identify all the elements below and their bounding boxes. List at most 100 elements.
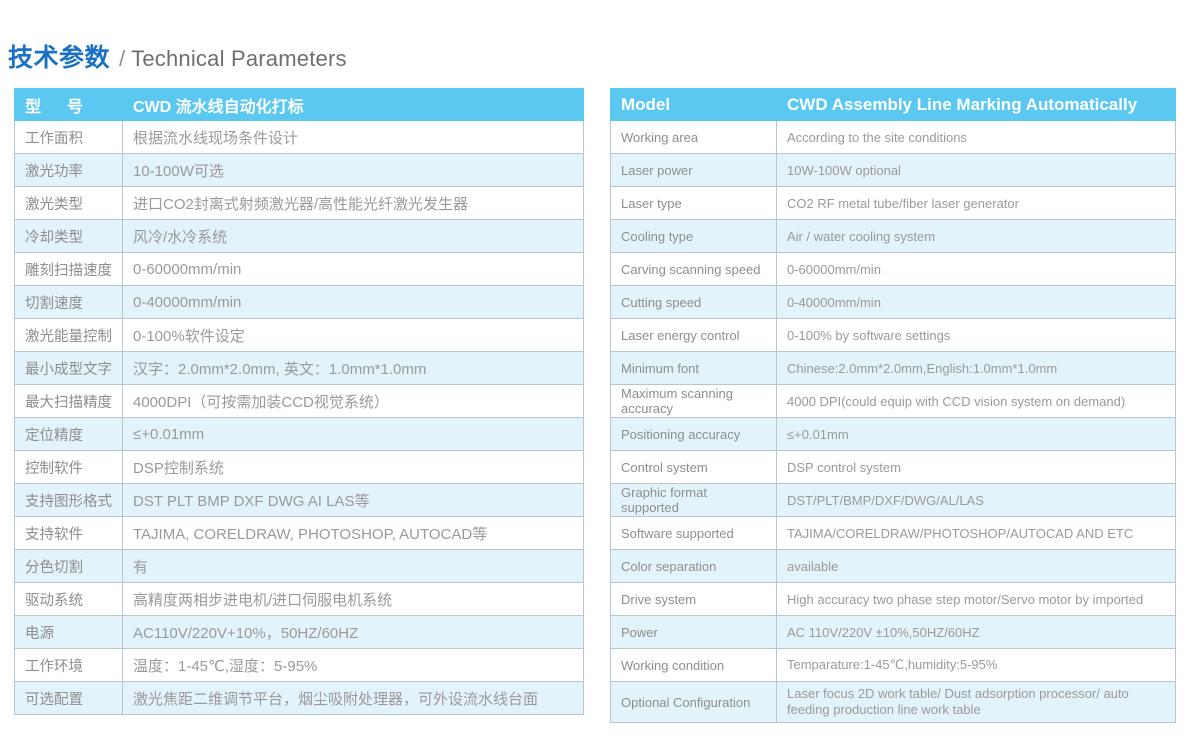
row-value: available <box>776 549 1176 583</box>
table-row: 激光能量控制 0-100%软件设定 <box>14 318 584 352</box>
table-row: 工作环境 温度：1-45℃,湿度：5-95% <box>14 648 584 682</box>
table-row: 激光功率 10-100W可选 <box>14 153 584 187</box>
page-title-cn: 技术参数 <box>8 44 111 72</box>
table-header-english: Model CWD Assembly Line Marking Automati… <box>610 88 1176 121</box>
page-title: 技术参数 / Technical Parameters <box>8 38 347 74</box>
row-value: ≤+0.01mm <box>122 417 584 451</box>
row-label: 分色切割 <box>14 549 123 583</box>
row-label: 支持软件 <box>14 516 123 550</box>
table-row: 电源 AC110V/220V+10%，50HZ/60HZ <box>14 615 584 649</box>
row-value: CO2 RF metal tube/fiber laser generator <box>776 186 1176 220</box>
table-header-row: Model CWD Assembly Line Marking Automati… <box>610 88 1176 121</box>
page-title-en: Technical Parameters <box>131 46 347 71</box>
table-row: Cooling type Air / water cooling system <box>610 219 1176 253</box>
table-row: Graphic format supported DST/PLT/BMP/DXF/… <box>610 483 1176 517</box>
table-row: 控制软件 DSP控制系统 <box>14 450 584 484</box>
table-row: 支持软件 TAJIMA, CORELDRAW, PHOTOSHOP, AUTOCA… <box>14 516 584 550</box>
row-label: 最大扫描精度 <box>14 384 123 418</box>
row-label: Maximum scanning accuracy <box>610 384 777 418</box>
table-row: 最大扫描精度 4000DPI（可按需加装CCD视觉系统） <box>14 384 584 418</box>
table-row: Drive system High accuracy two phase step… <box>610 582 1176 616</box>
row-value: DST/PLT/BMP/DXF/DWG/AL/LAS <box>776 483 1176 517</box>
table-row: Working area According to the site condit… <box>610 120 1176 154</box>
table-row: 驱动系统 高精度两相步进电机/进口伺服电机系统 <box>14 582 584 616</box>
row-value: DSP控制系统 <box>122 450 584 484</box>
row-value: Air / water cooling system <box>776 219 1176 253</box>
header-cell-model-label: Model <box>610 88 777 121</box>
table-row: Software supported TAJIMA/CORELDRAW/PHOTO… <box>610 516 1176 550</box>
row-label: 冷却类型 <box>14 219 123 253</box>
row-label: 电源 <box>14 615 123 649</box>
table-row: 定位精度 ≤+0.01mm <box>14 417 584 451</box>
table-row: Power AC 110V/220V ±10%,50HZ/60HZ <box>610 615 1176 649</box>
row-value: TAJIMA/CORELDRAW/PHOTOSHOP/AUTOCAD AND E… <box>776 516 1176 550</box>
table-row: Working condition Temparature:1-45℃,humid… <box>610 648 1176 682</box>
table-row: Optional Configuration Laser focus 2D wor… <box>610 681 1176 723</box>
table-row: 分色切割有 <box>14 549 584 583</box>
table-row: 雕刻扫描速度 0-60000mm/min <box>14 252 584 286</box>
row-label: Color separation <box>610 549 777 583</box>
row-value: Chinese:2.0mm*2.0mm,English:1.0mm*1.0mm <box>776 351 1176 385</box>
row-value: 风冷/水冷系统 <box>122 219 584 253</box>
row-label: Drive system <box>610 582 777 616</box>
table-row: 切割速度 0-40000mm/min <box>14 285 584 319</box>
table-row: Control system DSP control system <box>610 450 1176 484</box>
row-value: DST PLT BMP DXF DWG AI LAS等 <box>122 483 584 517</box>
row-value: 10W-100W optional <box>776 153 1176 187</box>
row-label: Control system <box>610 450 777 484</box>
table-header-chinese: 型 号 CWD 流水线自动化打标 <box>14 88 584 121</box>
row-label: Optional Configuration <box>610 681 777 723</box>
row-value: Laser focus 2D work table/ Dust adsorpti… <box>776 681 1176 723</box>
row-label: Carving scanning speed <box>610 252 777 286</box>
specifications-table-chinese: 型 号 CWD 流水线自动化打标 工作面积 根据流水线现场条件设计 激光功率 10-1… <box>14 88 584 715</box>
table-row: Positioning accuracy ≤+0.01mm <box>610 417 1176 451</box>
row-value: AC 110V/220V ±10%,50HZ/60HZ <box>776 615 1176 649</box>
row-label: 工作面积 <box>14 120 123 154</box>
row-label: 驱动系统 <box>14 582 123 616</box>
row-label: Laser energy control <box>610 318 777 352</box>
row-label: Power <box>610 615 777 649</box>
table-row: Minimum font Chinese:2.0mm*2.0mm,English:… <box>610 351 1176 385</box>
table-row: Laser type CO2 RF metal tube/fiber laser … <box>610 186 1176 220</box>
row-value: 温度：1-45℃,湿度：5-95% <box>122 648 584 682</box>
page-title-separator: / <box>119 46 126 71</box>
row-label: 激光功率 <box>14 153 123 187</box>
row-label: 定位精度 <box>14 417 123 451</box>
table-row: Maximum scanning accuracy 4000 DPI(could … <box>610 384 1176 418</box>
table-row: 可选配置 激光焦距二维调节平台，烟尘吸附处理器，可外设流水线台面 <box>14 681 584 715</box>
row-value: TAJIMA, CORELDRAW, PHOTOSHOP, AUTOCAD等 <box>122 516 584 550</box>
table-row: Laser energy control 0-100% by software s… <box>610 318 1176 352</box>
header-cell-model-value: CWD Assembly Line Marking Automatically <box>776 88 1176 121</box>
row-label: Graphic format supported <box>610 483 777 517</box>
table-body-english: Working area According to the site condit… <box>610 120 1176 723</box>
row-label: Minimum font <box>610 351 777 385</box>
row-label: 切割速度 <box>14 285 123 319</box>
row-value: 进口CO2封离式射频激光器/高性能光纤激光发生器 <box>122 186 584 220</box>
row-label: 可选配置 <box>14 681 123 715</box>
row-label: 激光能量控制 <box>14 318 123 352</box>
row-value: 0-60000mm/min <box>776 252 1176 286</box>
table-row: 支持图形格式 DST PLT BMP DXF DWG AI LAS等 <box>14 483 584 517</box>
row-value: Temparature:1-45℃,humidity:5-95% <box>776 648 1176 682</box>
row-value: 汉字：2.0mm*2.0mm, 英文：1.0mm*1.0mm <box>122 351 584 385</box>
header-cell-model-value: CWD 流水线自动化打标 <box>122 88 584 121</box>
row-value: DSP control system <box>776 450 1176 484</box>
row-label: 雕刻扫描速度 <box>14 252 123 286</box>
row-label: Working area <box>610 120 777 154</box>
row-value: 4000 DPI(could equip with CCD vision sys… <box>776 384 1176 418</box>
row-value: 0-40000mm/min <box>122 285 584 319</box>
row-label: Working condition <box>610 648 777 682</box>
row-value: 高精度两相步进电机/进口伺服电机系统 <box>122 582 584 616</box>
row-label: Cutting speed <box>610 285 777 319</box>
row-label: Cooling type <box>610 219 777 253</box>
row-label: Laser type <box>610 186 777 220</box>
row-value: 激光焦距二维调节平台，烟尘吸附处理器，可外设流水线台面 <box>122 681 584 715</box>
row-value: 0-100%软件设定 <box>122 318 584 352</box>
table-body-chinese: 工作面积 根据流水线现场条件设计 激光功率 10-100W可选 激光类型 进口CO2封离式… <box>14 120 584 715</box>
row-label: 激光类型 <box>14 186 123 220</box>
row-label: Positioning accuracy <box>610 417 777 451</box>
table-row: 冷却类型 风冷/水冷系统 <box>14 219 584 253</box>
row-value: 0-40000mm/min <box>776 285 1176 319</box>
specifications-table-english: Model CWD Assembly Line Marking Automati… <box>610 88 1176 723</box>
row-value: 根据流水线现场条件设计 <box>122 120 584 154</box>
